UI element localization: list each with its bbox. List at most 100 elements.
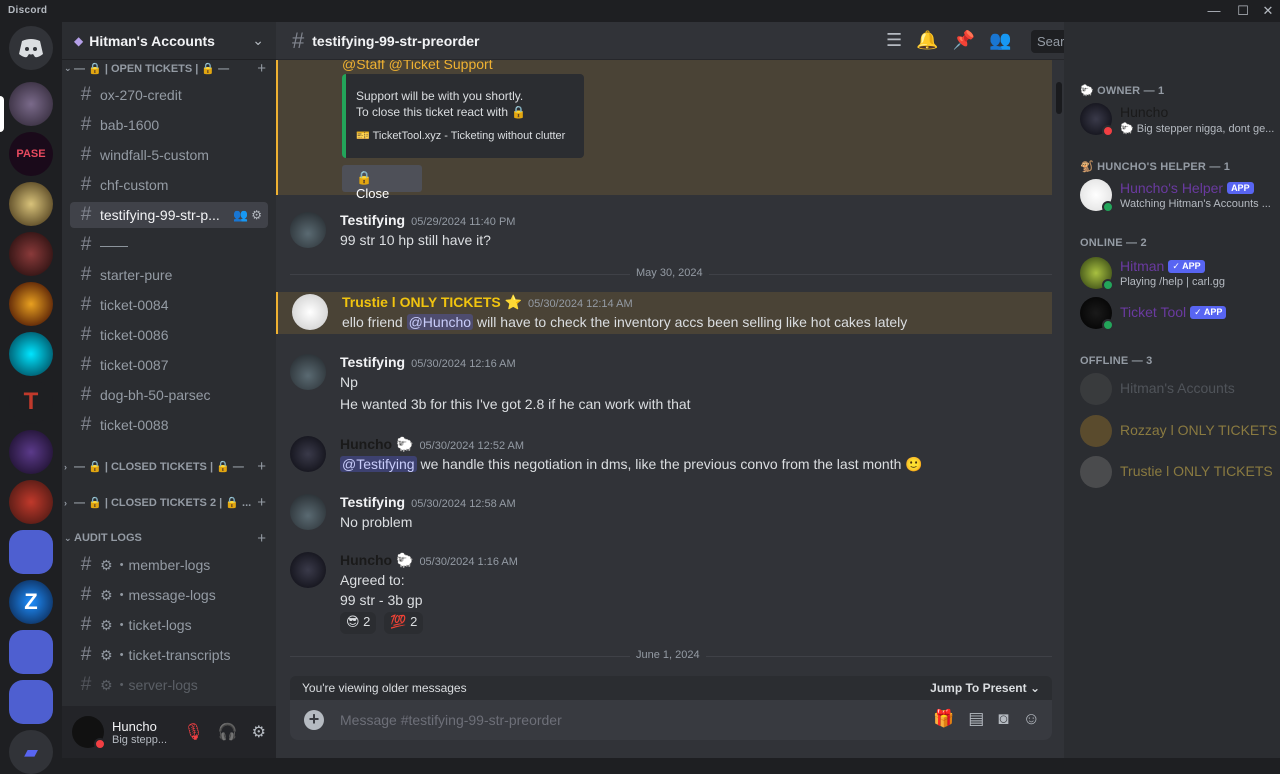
channel-ticket-0086[interactable]: # ticket-0086 (70, 322, 268, 348)
avatar[interactable] (290, 436, 326, 472)
message-author[interactable]: Huncho 🐑 05/30/2024 12:52 AM (340, 436, 524, 453)
server-header[interactable]: ◆ Hitman's Accounts ⌄ (62, 22, 276, 60)
discord-home-icon[interactable] (9, 26, 53, 70)
category-closed-tickets[interactable]: › — 🔒 | CLOSED TICKETS | 🔒 — + (64, 458, 268, 475)
close-ticket-button[interactable]: 🔒 Close (342, 165, 422, 201)
message-text: No problem (340, 514, 413, 530)
user-mention[interactable]: @Huncho (406, 314, 474, 330)
avatar[interactable] (290, 552, 326, 588)
gif-icon[interactable]: ▤ (968, 709, 984, 729)
server-folder-1-icon[interactable] (9, 530, 53, 574)
channel-ticket-0084[interactable]: # ticket-0084 (70, 292, 268, 318)
bell-icon[interactable]: 🔔 (916, 30, 938, 51)
mute-mic-icon[interactable]: 🎙 (183, 722, 203, 742)
member-list: 🐑 OWNER — 1 Huncho 🐑 Big stepper nigga, … (1064, 22, 1280, 758)
server-folder-3-icon[interactable] (9, 680, 53, 724)
close-icon[interactable]: ✕ (1256, 2, 1280, 20)
hash-icon: # (80, 554, 92, 575)
reaction-100[interactable]: 💯 2 (384, 612, 424, 634)
message-input[interactable]: Message #testifying-99-str-preorder (340, 712, 562, 728)
pin-icon[interactable]: 📌 (953, 30, 975, 51)
channel-ticket-0088[interactable]: # ticket-0088 (70, 412, 268, 438)
avatar-rooster[interactable] (292, 294, 328, 330)
server-cyan-skull-icon[interactable] (9, 332, 53, 376)
chevron-down-icon[interactable]: ⌄ (252, 32, 264, 49)
message-author[interactable]: Testifying 05/30/2024 12:58 AM (340, 494, 516, 510)
create-channel-icon[interactable]: + (257, 530, 266, 547)
member-ticket-tool[interactable]: Ticket Tool ✓ APP (1080, 292, 1280, 334)
embed-mentions: @Staff @Ticket Support (342, 60, 493, 72)
server-folder-2-icon[interactable] (9, 630, 53, 674)
scrollbar[interactable] (1056, 82, 1062, 114)
channel-ox-270-credit[interactable]: # ox-270-credit (70, 82, 268, 108)
settings-gear-icon[interactable]: ⚙ (252, 722, 266, 742)
channel-bab-1600[interactable]: # bab-1600 (70, 112, 268, 138)
channel-ticket-logs[interactable]: # ⚙ ・ticket-logs (70, 612, 268, 638)
server-skull-icon[interactable] (9, 282, 53, 326)
server-pixel-palace-icon[interactable] (9, 182, 53, 226)
message-author[interactable]: Huncho 🐑 05/30/2024 1:16 AM (340, 552, 518, 569)
reaction-sunglasses[interactable]: 😎 2 (340, 612, 377, 634)
member-hunchos-helper[interactable]: Huncho's Helper APP Watching Hitman's Acc… (1080, 174, 1280, 216)
channel-ticket-transcripts[interactable]: # ⚙ ・ticket-transcripts (70, 642, 268, 668)
category-closed-tickets-2[interactable]: › — 🔒 | CLOSED TICKETS 2 | 🔒 ... + (64, 494, 268, 511)
avatar[interactable] (290, 354, 326, 390)
member-trustie[interactable]: Trustie l ONLY TICKETS (1080, 451, 1280, 493)
member-list-icon[interactable]: 👥 (989, 30, 1011, 51)
server-hitmans-accounts-icon[interactable] (9, 82, 53, 126)
emoji-icon[interactable]: ☺ (1023, 709, 1040, 729)
message-composer[interactable]: + Message #testifying-99-str-preorder 🎁 … (290, 700, 1052, 740)
user-mention[interactable]: @Testifying (340, 456, 417, 472)
user-avatar[interactable] (72, 716, 106, 750)
channel-message-logs[interactable]: # ⚙ ・message-logs (70, 582, 268, 608)
channel-server-logs[interactable]: # ⚙ ・server-logs (70, 672, 268, 698)
member-hitman[interactable]: Hitman ✓ APP Playing /help | carl.gg (1080, 252, 1280, 294)
server-purple-icon[interactable] (9, 430, 53, 474)
member-huncho[interactable]: Huncho 🐑 Big stepper nigga, dont ge... (1080, 98, 1280, 140)
folder-icon[interactable]: ▰ (9, 730, 53, 774)
create-channel-icon[interactable]: + (257, 494, 266, 511)
maximize-icon[interactable]: ☐ (1231, 2, 1255, 20)
message-author[interactable]: Trustie l ONLY TICKETS ⭐ 05/30/2024 12:14… (342, 294, 633, 311)
gear-icon: ⚙ (100, 616, 113, 633)
channel-starter-pure[interactable]: # starter-pure (70, 262, 268, 288)
server-hitman-icon[interactable] (9, 232, 53, 276)
chat-header: # testifying-99-str-preorder ☰ 🔔 📌 👥 Sea… (276, 22, 1233, 60)
channel-ticket-0087[interactable]: # ticket-0087 (70, 352, 268, 378)
sticker-icon[interactable]: ◙ (998, 709, 1008, 729)
add-attachment-icon[interactable]: + (304, 710, 324, 730)
server-red-ring-icon[interactable] (9, 480, 53, 524)
group-owner: 🐑 OWNER — 1 (1080, 85, 1165, 97)
channel-dog-bh-50-parsec[interactable]: # dog-bh-50-parsec (70, 382, 268, 408)
app-tag: APP (1227, 182, 1254, 194)
gift-icon[interactable]: 🎁 (933, 709, 954, 729)
server-z-icon[interactable]: Z (9, 580, 53, 624)
channel-chf-custom[interactable]: # chf-custom (70, 172, 268, 198)
avatar[interactable] (290, 212, 326, 248)
jump-to-present-button[interactable]: Jump To Present ⌄ (930, 681, 1040, 695)
channel-member-logs[interactable]: # ⚙ ・member-logs (70, 552, 268, 578)
category-audit-logs[interactable]: ⌄ AUDIT LOGS + (64, 530, 268, 547)
server-red-mark-icon[interactable]: T (9, 380, 53, 424)
create-channel-icon[interactable]: + (257, 458, 266, 475)
title-bar: Discord — ☐ ✕ (0, 0, 1280, 22)
server-pase-designs-icon[interactable]: PASE (9, 132, 53, 176)
member-name: Ticket Tool ✓ APP (1120, 304, 1227, 320)
create-channel-icon[interactable]: + (257, 60, 266, 77)
headphones-icon[interactable]: 🎧 (218, 722, 238, 742)
member-hitmans-accounts[interactable]: Hitman's Accounts (1080, 368, 1280, 410)
channel-dash[interactable]: # —— (70, 232, 268, 258)
threads-icon[interactable]: ☰ (886, 30, 902, 51)
category-open-tickets[interactable]: ⌄ — 🔒 | OPEN TICKETS | 🔒 — + (64, 60, 268, 77)
embed-line-2: To close this ticket react with 🔒 (356, 105, 527, 119)
message-author[interactable]: Testifying 05/30/2024 12:16 AM (340, 354, 516, 370)
minimize-icon[interactable]: — (1202, 2, 1226, 20)
channel-settings-icon[interactable]: 👥 ⚙ (233, 208, 262, 222)
member-name: Rozzay l ONLY TICKETS (1120, 422, 1278, 438)
message-author[interactable]: Testifying 05/29/2024 11:40 PM (340, 212, 515, 228)
channel-windfall-5-custom[interactable]: # windfall-5-custom (70, 142, 268, 168)
member-rozzay[interactable]: Rozzay l ONLY TICKETS (1080, 410, 1280, 452)
message-timestamp: 05/30/2024 12:58 AM (411, 498, 516, 510)
channel-testifying-active[interactable]: # testifying-99-str-p... 👥 ⚙ (70, 202, 268, 228)
avatar[interactable] (290, 494, 326, 530)
